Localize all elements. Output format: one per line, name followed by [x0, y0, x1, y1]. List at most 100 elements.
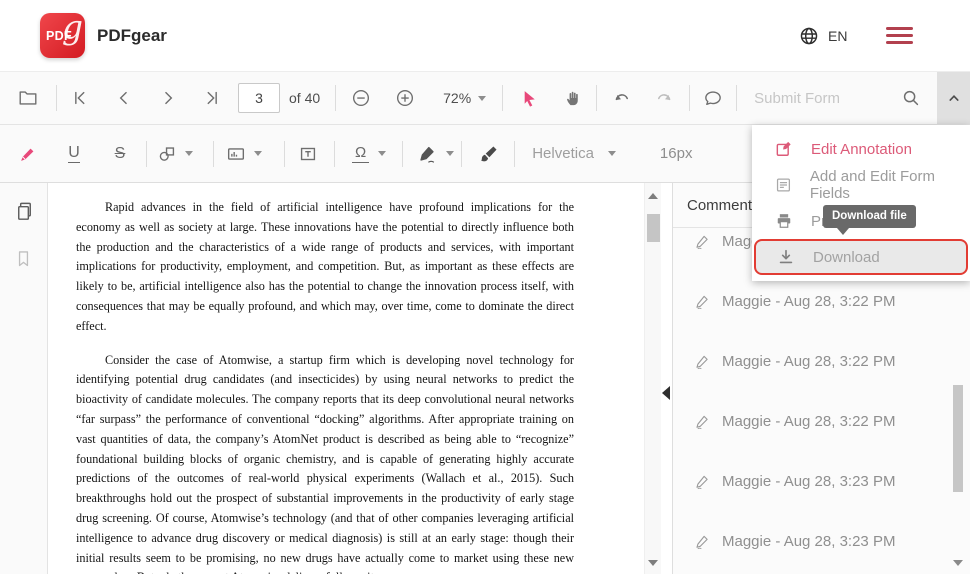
annotation-pen-icon — [694, 473, 712, 491]
zoom-level-value: 72% — [443, 90, 471, 106]
collapse-toolbar-button[interactable] — [937, 72, 970, 124]
image-icon — [225, 143, 247, 165]
pdf-page[interactable]: Rapid advances in the field of artificia… — [49, 183, 644, 574]
chevron-down-icon — [608, 151, 616, 156]
text-box-tool-button[interactable] — [294, 140, 322, 168]
strikethrough-tool-button[interactable]: S — [106, 140, 134, 168]
last-page-button[interactable] — [198, 84, 226, 112]
highlighter-icon — [17, 143, 39, 165]
comment-list-item[interactable]: Maggie - Aug 28, 3:23 PM — [673, 528, 970, 574]
undo-button[interactable] — [607, 84, 635, 112]
chevron-down-icon — [185, 151, 193, 156]
search-icon — [900, 87, 922, 109]
download-file-tooltip: Download file — [823, 205, 916, 228]
comment-tool-button[interactable] — [699, 84, 727, 112]
chevron-up-icon — [944, 88, 964, 108]
hamburger-menu-icon[interactable] — [886, 27, 913, 44]
comment-text: Maggie - Aug 28, 3:22 PM — [722, 412, 895, 432]
annotation-pen-icon — [694, 233, 712, 251]
cursor-arrow-icon — [519, 88, 540, 109]
hand-icon — [563, 88, 583, 108]
zoom-out-button[interactable] — [347, 84, 375, 112]
stamp-tool-dropdown[interactable]: Ω — [352, 145, 386, 163]
comments-panel-collapse-handle[interactable] — [662, 386, 670, 400]
brush-icon — [478, 143, 500, 165]
pdf-paragraph: Rapid advances in the field of artificia… — [76, 198, 574, 337]
left-sidebar — [0, 183, 48, 574]
select-tool-button[interactable] — [515, 84, 543, 112]
menu-item-edit-annotation[interactable]: Edit Annotation — [752, 131, 970, 167]
font-family-select[interactable]: Helvetica — [532, 145, 616, 162]
folder-icon — [17, 87, 39, 109]
comment-text: Maggie - Aug 28, 3:23 PM — [722, 472, 895, 492]
signature-pen-icon — [416, 143, 438, 165]
brush-tool-button[interactable] — [475, 140, 503, 168]
signature-tool-dropdown[interactable] — [416, 143, 454, 165]
underline-icon: U — [68, 145, 80, 163]
chevron-down-icon — [254, 151, 262, 156]
menu-item-form-fields[interactable]: Add and Edit Form Fields — [752, 167, 970, 203]
language-label: EN — [828, 28, 847, 44]
comment-list-item[interactable]: Maggie - Aug 28, 3:22 PM — [673, 288, 970, 348]
form-fields-icon — [774, 175, 793, 195]
app-header: PDF g PDFgear EN — [0, 0, 970, 72]
annotation-pen-icon — [694, 353, 712, 371]
comment-list-item[interactable]: Maggie - Aug 28, 3:23 PM — [673, 468, 970, 528]
zoom-level-select[interactable]: 72% — [443, 90, 486, 106]
language-selector[interactable]: EN — [798, 25, 847, 47]
menu-item-download[interactable]: Download — [754, 239, 968, 275]
image-tool-dropdown[interactable] — [225, 143, 262, 165]
shapes-tool-dropdown[interactable] — [156, 143, 193, 165]
previous-page-button[interactable] — [110, 84, 138, 112]
last-page-icon — [202, 88, 222, 108]
hand-tool-button[interactable] — [559, 84, 587, 112]
submit-form-button[interactable]: Submit Form — [754, 90, 840, 107]
underline-tool-button[interactable]: U — [60, 140, 88, 168]
comment-text: Maggie - Aug 28, 3:23 PM — [722, 532, 895, 552]
stamp-icon: Ω — [352, 145, 369, 163]
download-icon — [776, 247, 796, 267]
zoom-in-button[interactable] — [391, 84, 419, 112]
chevron-down-icon — [446, 151, 454, 156]
next-page-button[interactable] — [154, 84, 182, 112]
comment-list-item[interactable]: Maggie - Aug 28, 3:22 PM — [673, 348, 970, 408]
page-number-input[interactable] — [238, 83, 280, 113]
chevron-right-icon — [158, 88, 178, 108]
tooltip-arrow — [837, 228, 849, 235]
pdf-paragraph: Consider the case of Atomwise, a startup… — [76, 351, 574, 574]
annotation-pen-icon — [694, 293, 712, 311]
main-dropdown-menu: Edit Annotation Add and Edit Form Fields… — [752, 125, 970, 281]
annotation-pen-icon — [694, 413, 712, 431]
annotation-pen-icon — [694, 533, 712, 551]
speech-bubble-icon — [702, 87, 724, 109]
pdf-scrollbar-thumb[interactable] — [647, 214, 660, 242]
highlight-tool-button[interactable] — [14, 140, 42, 168]
undo-icon — [610, 87, 632, 109]
bookmark-icon — [13, 248, 34, 269]
scroll-up-arrow-icon[interactable] — [648, 193, 658, 199]
open-file-button[interactable] — [14, 84, 42, 112]
first-page-button[interactable] — [66, 84, 94, 112]
strikethrough-icon: S — [115, 146, 126, 162]
scroll-down-arrow-icon[interactable] — [648, 560, 658, 566]
page-count-label: of 40 — [289, 90, 320, 106]
shapes-icon — [156, 143, 178, 165]
bookmarks-button[interactable] — [13, 248, 34, 274]
search-button[interactable] — [897, 84, 925, 112]
menu-item-label: Edit Annotation — [811, 141, 912, 158]
menu-item-label: Add and Edit Form Fields — [810, 168, 970, 202]
redo-icon — [654, 87, 676, 109]
comment-text: Maggie - Aug 28, 3:22 PM — [722, 292, 895, 312]
globe-icon — [798, 25, 820, 47]
comments-scrollbar-thumb[interactable] — [953, 385, 963, 492]
navigation-toolbar: of 40 72% Submit Form — [0, 72, 970, 125]
pdfgear-logo[interactable]: PDF g — [40, 13, 85, 58]
scroll-down-arrow-icon[interactable] — [953, 560, 963, 566]
pdf-scrollbar[interactable] — [644, 183, 661, 574]
comment-list-item[interactable]: Maggie - Aug 28, 3:22 PM — [673, 408, 970, 468]
redo-button[interactable] — [651, 84, 679, 112]
pages-icon — [13, 200, 36, 223]
chevron-down-icon — [478, 96, 486, 101]
pdf-text-content: Rapid advances in the field of artificia… — [49, 183, 644, 574]
page-thumbnails-button[interactable] — [13, 200, 36, 228]
